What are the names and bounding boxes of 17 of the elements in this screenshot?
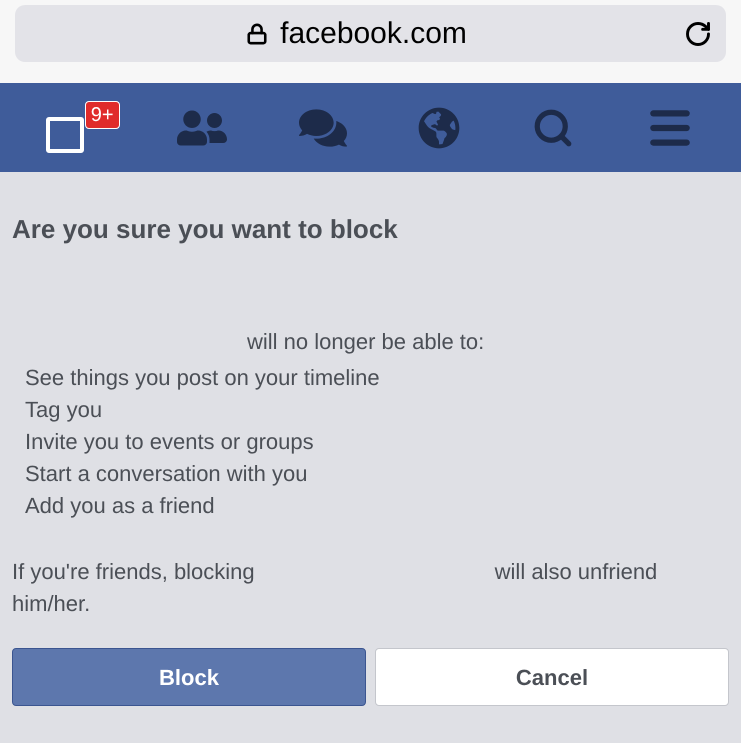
restriction-item: Tag you	[25, 396, 102, 424]
globe-icon[interactable]	[418, 106, 460, 148]
restriction-item: Invite you to events or groups	[25, 428, 314, 456]
reload-icon[interactable]	[684, 20, 712, 48]
dialog-title: Are you sure you want to block	[12, 213, 399, 246]
notification-badge: 9+	[84, 100, 120, 128]
cancel-button[interactable]: Cancel	[375, 648, 729, 706]
url-text: facebook.com	[280, 16, 467, 52]
restriction-item: Start a conversation with you	[25, 460, 308, 488]
search-icon[interactable]	[532, 106, 574, 148]
restriction-item: See things you post on your timeline	[25, 364, 380, 392]
address-bar[interactable]: facebook.com	[15, 5, 726, 62]
lock-icon	[246, 22, 268, 44]
unfriend-note: If you're friends, blocking will also unfriend him/her.	[12, 558, 658, 618]
block-button[interactable]: Block	[12, 648, 366, 706]
lead-text: will no longer be able to:	[246, 328, 486, 356]
restriction-item: Add you as a friend	[25, 492, 215, 520]
